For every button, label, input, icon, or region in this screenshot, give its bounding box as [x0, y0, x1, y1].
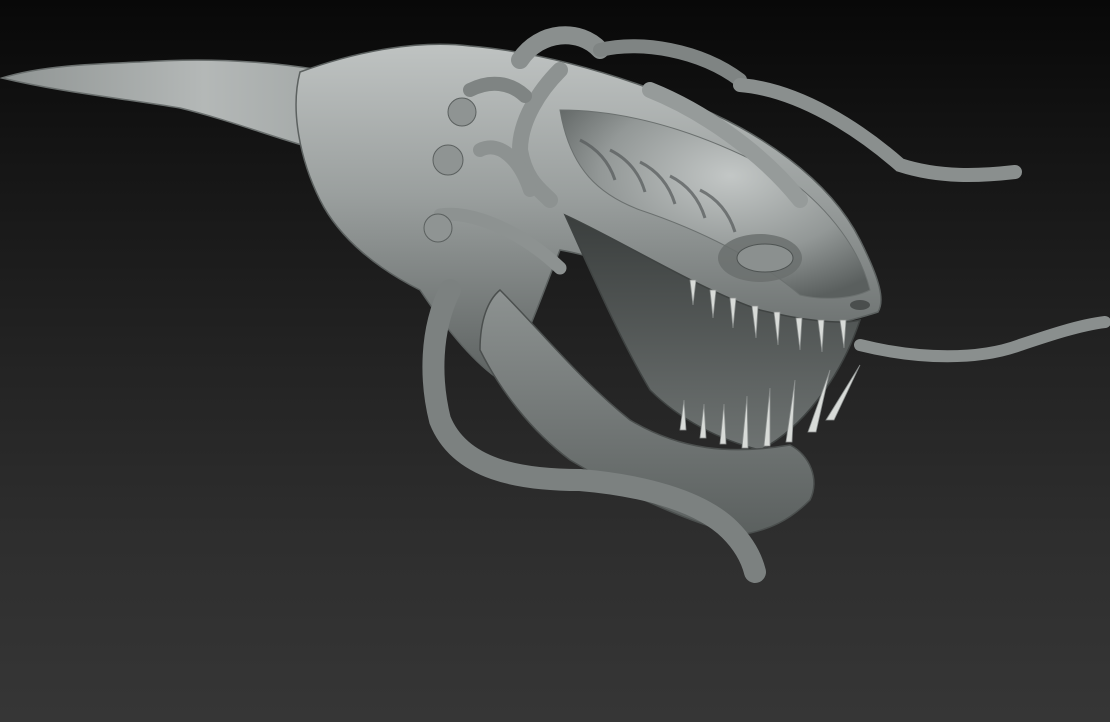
eye: [736, 243, 794, 273]
sculpt-viewport[interactable]: [0, 0, 1110, 722]
tail-fin: [0, 59, 340, 151]
creature-sculpt-icon: [0, 26, 1110, 583]
nostril: [850, 300, 870, 310]
